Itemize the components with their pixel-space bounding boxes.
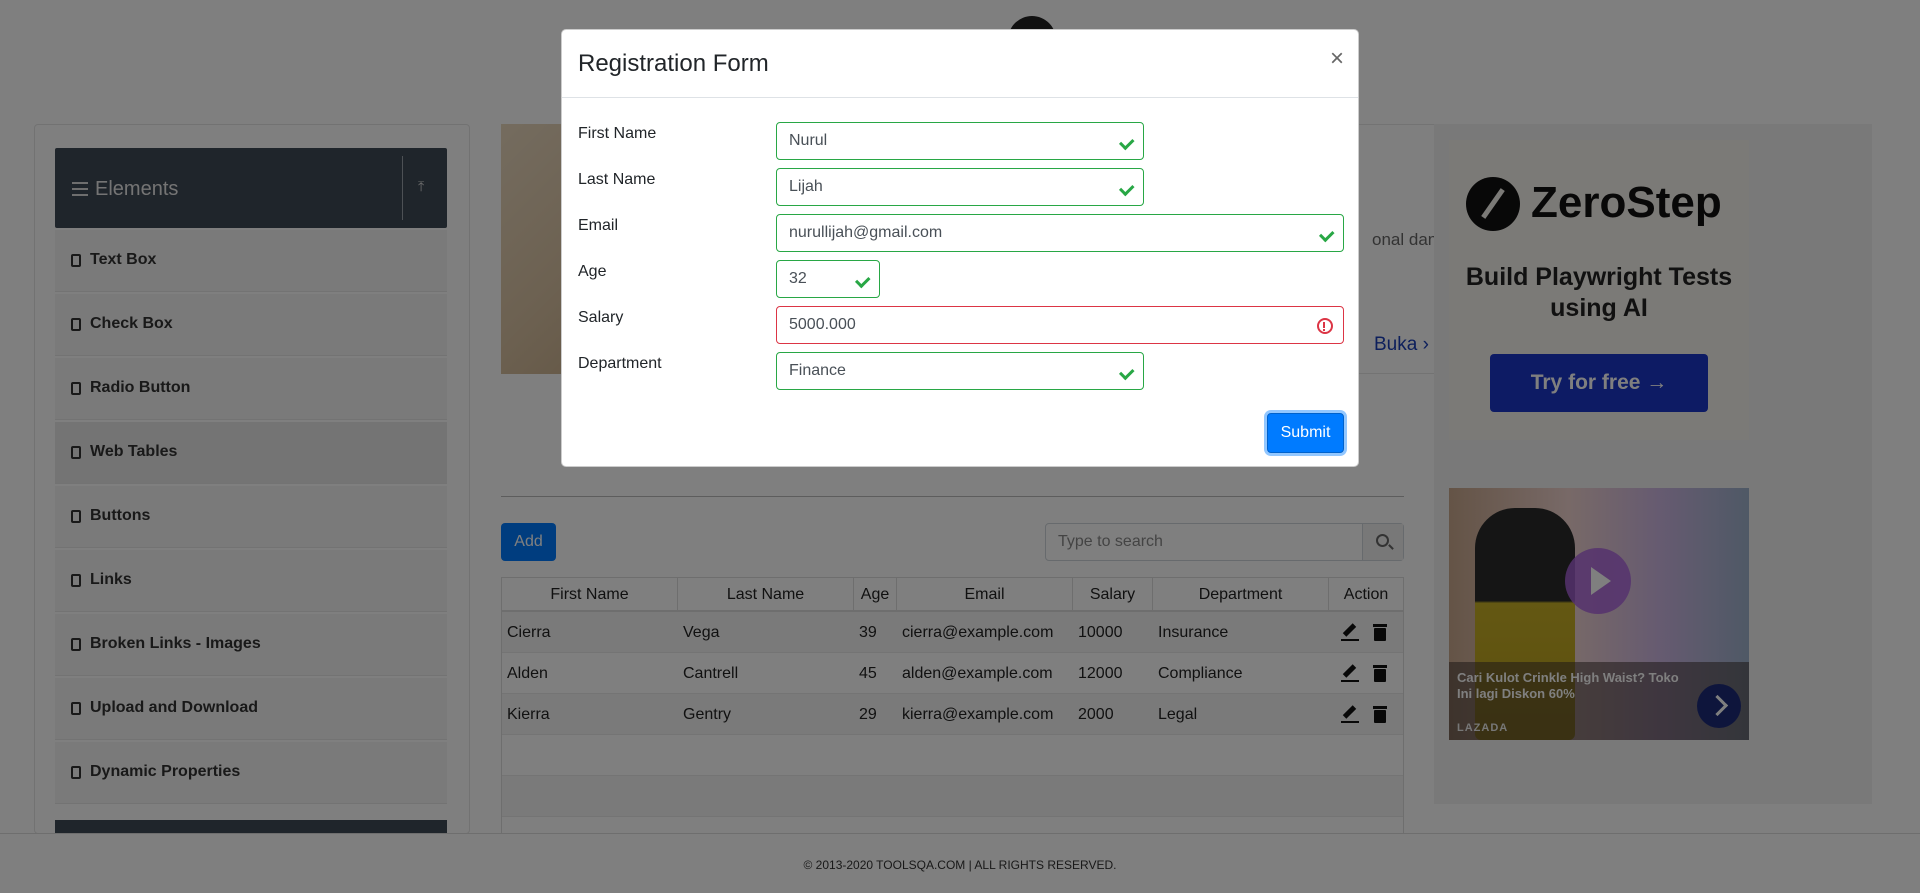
last-name-label: Last Name (578, 171, 656, 188)
email-field (776, 214, 1344, 252)
salary-label: Salary (578, 309, 624, 326)
registration-modal: Registration Form × First Name Last Name… (561, 29, 1359, 467)
department-field (776, 352, 1144, 390)
first-name-field (776, 122, 1144, 160)
submit-button[interactable]: Submit (1267, 413, 1344, 453)
check-icon (1117, 134, 1133, 148)
email-label: Email (578, 217, 619, 234)
department-input[interactable] (777, 353, 1143, 389)
salary-input[interactable] (777, 307, 1343, 343)
email-input[interactable] (777, 215, 1343, 251)
last-name-field (776, 168, 1144, 206)
check-icon (1117, 364, 1133, 378)
close-button[interactable]: × (1326, 44, 1348, 74)
check-icon (1317, 226, 1333, 240)
alert-icon (1317, 318, 1333, 334)
last-name-input[interactable] (777, 169, 1143, 205)
salary-field (776, 306, 1344, 344)
check-icon (853, 272, 869, 286)
check-icon (1117, 180, 1133, 194)
first-name-input[interactable] (777, 123, 1143, 159)
age-field (776, 260, 880, 298)
modal-title: Registration Form (578, 50, 769, 77)
department-label: Department (578, 355, 662, 372)
first-name-label: First Name (578, 125, 657, 142)
modal-header: Registration Form × (562, 30, 1358, 98)
age-label: Age (578, 263, 607, 280)
